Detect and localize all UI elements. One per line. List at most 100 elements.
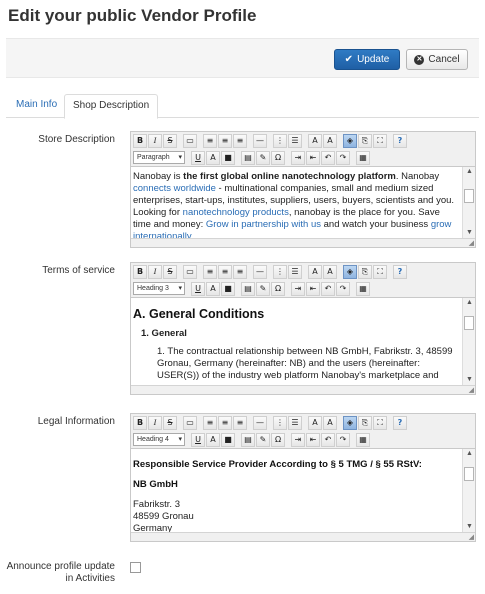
text-color-icon[interactable]: A	[206, 281, 220, 296]
preview-icon[interactable]: ⎘	[358, 415, 372, 430]
redo-icon[interactable]: ↷	[336, 281, 350, 296]
italic-icon[interactable]: I	[148, 264, 162, 279]
italic-icon[interactable]: I	[148, 415, 162, 430]
omega-icon[interactable]: Ω	[271, 281, 285, 296]
eraser-icon[interactable]: ✎	[256, 150, 270, 165]
numbered-list-icon[interactable]: ⋮	[273, 415, 287, 430]
redo-icon[interactable]: ↷	[336, 432, 350, 447]
scroll-down-icon[interactable]: ▼	[463, 228, 475, 238]
source-icon[interactable]: ◈	[343, 415, 357, 430]
color-picker-icon[interactable]: ■	[221, 432, 235, 447]
help-icon[interactable]: ?	[393, 264, 407, 279]
numbered-list-icon[interactable]: ⋮	[273, 264, 287, 279]
font-size-down-icon[interactable]: A	[308, 133, 322, 148]
resize-handle-icon[interactable]: ◢	[469, 533, 474, 541]
scrollbar[interactable]: ▲ ▼	[462, 298, 475, 385]
resize-handle-icon[interactable]: ◢	[469, 239, 474, 247]
line-icon[interactable]: —	[253, 133, 267, 148]
strikethrough-icon[interactable]: S	[163, 133, 177, 148]
align-right-icon[interactable]: ≡	[233, 133, 247, 148]
strikethrough-icon[interactable]: S	[163, 415, 177, 430]
source-icon[interactable]: ◈	[343, 133, 357, 148]
scroll-down-icon[interactable]: ▼	[463, 522, 475, 532]
scroll-up-icon[interactable]: ▲	[463, 298, 475, 308]
text-color-icon[interactable]: A	[206, 150, 220, 165]
align-left-icon[interactable]: ≡	[203, 133, 217, 148]
scroll-down-icon[interactable]: ▼	[463, 375, 475, 385]
eraser-icon[interactable]: ✎	[256, 432, 270, 447]
help-icon[interactable]: ?	[393, 133, 407, 148]
font-size-up-icon[interactable]: A	[323, 415, 337, 430]
undo-icon[interactable]: ↶	[321, 432, 335, 447]
color-picker-icon[interactable]: ■	[221, 281, 235, 296]
indent-icon[interactable]: ⇥	[291, 150, 305, 165]
tab-shop-description[interactable]: Shop Description	[64, 94, 159, 119]
eraser-icon[interactable]: ✎	[256, 281, 270, 296]
table-icon[interactable]: ▦	[356, 432, 370, 447]
align-right-icon[interactable]: ≡	[233, 415, 247, 430]
link-grow-in-partnership[interactable]: Grow in partnership with us	[206, 219, 321, 230]
redo-icon[interactable]: ↷	[336, 150, 350, 165]
underline-icon[interactable]: U	[191, 150, 205, 165]
update-button[interactable]: ✔ Update	[334, 49, 400, 70]
bullet-list-icon[interactable]: ☰	[288, 415, 302, 430]
font-size-up-icon[interactable]: A	[323, 133, 337, 148]
fullscreen-icon[interactable]: ⛶	[373, 415, 387, 430]
bold-icon[interactable]: B	[133, 264, 147, 279]
format-select[interactable]: Heading 4	[133, 433, 185, 446]
strikethrough-icon[interactable]: S	[163, 264, 177, 279]
paste-icon[interactable]: ▤	[241, 150, 255, 165]
fullscreen-icon[interactable]: ⛶	[373, 133, 387, 148]
font-size-down-icon[interactable]: A	[308, 264, 322, 279]
align-center-icon[interactable]: ≡	[218, 415, 232, 430]
font-size-up-icon[interactable]: A	[323, 264, 337, 279]
line-icon[interactable]: —	[253, 415, 267, 430]
source-icon[interactable]: ◈	[343, 264, 357, 279]
table-icon[interactable]: ▦	[356, 150, 370, 165]
fullscreen-icon[interactable]: ⛶	[373, 264, 387, 279]
underline-icon[interactable]: U	[191, 432, 205, 447]
underline-icon[interactable]: U	[191, 281, 205, 296]
horizontal-rule-icon[interactable]: ▭	[183, 264, 197, 279]
horizontal-rule-icon[interactable]: ▭	[183, 415, 197, 430]
store-description-content[interactable]: Nanobay is the first global online nanot…	[131, 166, 475, 238]
legal-content[interactable]: Responsible Service Provider According t…	[131, 448, 475, 532]
numbered-list-icon[interactable]: ⋮	[273, 133, 287, 148]
align-left-icon[interactable]: ≡	[203, 415, 217, 430]
color-picker-icon[interactable]: ■	[221, 150, 235, 165]
horizontal-rule-icon[interactable]: ▭	[183, 133, 197, 148]
terms-content[interactable]: A. General Conditions 1. General 1. The …	[131, 297, 475, 385]
align-right-icon[interactable]: ≡	[233, 264, 247, 279]
link-connects-worldwide[interactable]: connects worldwide	[133, 183, 216, 194]
outdent-icon[interactable]: ⇤	[306, 432, 320, 447]
scroll-thumb[interactable]	[464, 189, 474, 203]
table-icon[interactable]: ▦	[356, 281, 370, 296]
indent-icon[interactable]: ⇥	[291, 281, 305, 296]
preview-icon[interactable]: ⎘	[358, 133, 372, 148]
paste-icon[interactable]: ▤	[241, 432, 255, 447]
text-color-icon[interactable]: A	[206, 432, 220, 447]
help-icon[interactable]: ?	[393, 415, 407, 430]
tab-main-info[interactable]: Main Info	[8, 94, 65, 118]
align-left-icon[interactable]: ≡	[203, 264, 217, 279]
bold-icon[interactable]: B	[133, 133, 147, 148]
line-icon[interactable]: —	[253, 264, 267, 279]
link-nanotechnology-products[interactable]: nanotechnology products	[183, 207, 289, 218]
scroll-up-icon[interactable]: ▲	[463, 167, 475, 177]
announce-checkbox[interactable]	[130, 562, 141, 573]
undo-icon[interactable]: ↶	[321, 150, 335, 165]
format-select[interactable]: Heading 3	[133, 282, 185, 295]
align-center-icon[interactable]: ≡	[218, 264, 232, 279]
scrollbar[interactable]: ▲ ▼	[462, 167, 475, 238]
omega-icon[interactable]: Ω	[271, 150, 285, 165]
outdent-icon[interactable]: ⇤	[306, 150, 320, 165]
scroll-thumb[interactable]	[464, 316, 474, 330]
scroll-thumb[interactable]	[464, 467, 474, 481]
italic-icon[interactable]: I	[148, 133, 162, 148]
bullet-list-icon[interactable]: ☰	[288, 133, 302, 148]
outdent-icon[interactable]: ⇤	[306, 281, 320, 296]
undo-icon[interactable]: ↶	[321, 281, 335, 296]
bullet-list-icon[interactable]: ☰	[288, 264, 302, 279]
omega-icon[interactable]: Ω	[271, 432, 285, 447]
bold-icon[interactable]: B	[133, 415, 147, 430]
